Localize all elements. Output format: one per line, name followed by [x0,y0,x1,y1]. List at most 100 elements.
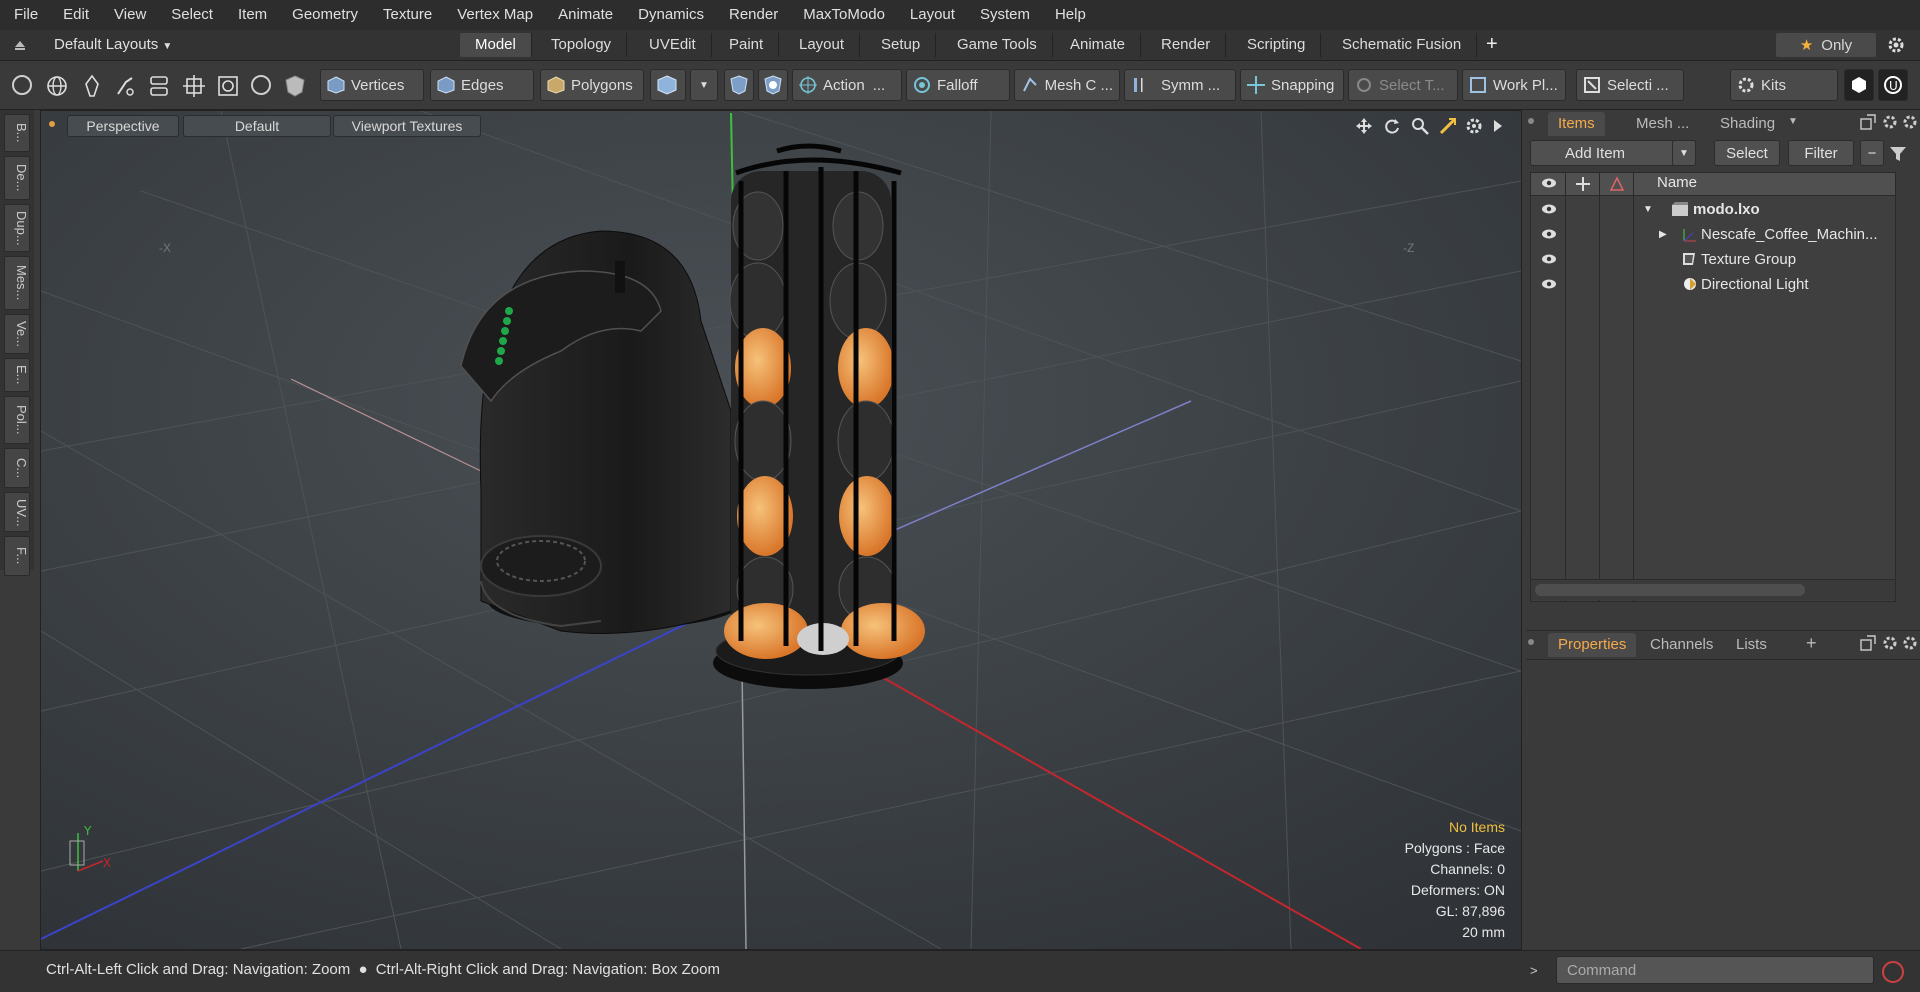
expand-arrow-icon[interactable]: ▶ [1659,222,1667,247]
tab-deform[interactable]: De... [4,156,30,200]
visibility-eye-icon[interactable] [1541,228,1557,240]
panel-tabs-dropdown-icon[interactable]: ▼ [1788,116,1798,127]
items-scrollbar[interactable] [1531,579,1895,600]
edges-button[interactable]: Edges [430,69,534,101]
tab-scripting[interactable]: Scripting [1232,33,1322,57]
unity-button[interactable] [1844,69,1874,101]
panel-gear-icon[interactable] [1882,114,1898,130]
command-input[interactable]: Command [1556,956,1874,984]
collapse-list-icon[interactable]: − [1860,140,1884,166]
shading-dropdown[interactable]: Default [183,115,331,137]
item-row-mesh[interactable]: ▶ Nescafe_Coffee_Machin... [1531,222,1895,247]
menu-vertex-map[interactable]: Vertex Map [443,0,544,30]
kits-button[interactable]: Kits [1730,69,1838,101]
add-item-dropdown-icon[interactable]: ▼ [1672,140,1696,166]
viewport-textures-dropdown[interactable]: Viewport Textures [333,115,481,137]
selection-sets-button[interactable]: Selecti ... [1576,69,1684,101]
visibility-eye-icon[interactable] [1541,253,1557,265]
tab-schematic-fusion[interactable]: Schematic Fusion [1327,33,1478,57]
action-center-button[interactable]: Action ... [792,69,902,101]
globe-icon[interactable] [46,75,68,101]
tab-fusion[interactable]: F... [4,536,30,576]
menu-dynamics[interactable]: Dynamics [624,0,715,30]
menu-render[interactable]: Render [715,0,789,30]
menu-help[interactable]: Help [1041,0,1097,30]
polygons-button[interactable]: Polygons [540,69,644,101]
filter-button[interactable]: Filter [1788,140,1854,166]
collapse-arrow-icon[interactable] [12,37,28,53]
unreal-button[interactable]: U [1878,69,1908,101]
gear-icon[interactable] [1886,35,1906,55]
tab-model[interactable]: Model [460,33,532,57]
symmetry-shield-button[interactable] [724,69,754,101]
menu-system[interactable]: System [966,0,1041,30]
tab-render[interactable]: Render [1146,33,1227,57]
vertices-button[interactable]: Vertices [320,69,424,101]
tab-properties[interactable]: Properties [1548,633,1637,657]
tab-animate[interactable]: Animate [1055,33,1142,57]
3d-viewport[interactable]: Y X -X -Z Perspective Default Viewport T… [40,110,1522,950]
visibility-eye-icon[interactable] [1541,278,1557,290]
tab-mesh-ops[interactable]: Mesh ... [1626,112,1699,136]
soccer-shield-button[interactable] [758,69,788,101]
work-plane-button[interactable]: Work Pl... [1462,69,1566,101]
tab-layout[interactable]: Layout [784,33,861,57]
move-view-icon[interactable] [1355,117,1373,135]
menu-layout[interactable]: Layout [896,0,966,30]
item-row-texture-group[interactable]: Texture Group [1531,247,1895,272]
tab-game-tools[interactable]: Game Tools [942,33,1053,57]
item-mode-button[interactable] [650,69,686,101]
panel-gear-icon-2[interactable] [1902,635,1918,651]
sphere-select-icon[interactable] [251,75,271,95]
mode-dropdown[interactable]: ▼ [690,69,718,101]
menu-animate[interactable]: Animate [544,0,624,30]
shield-icon[interactable] [284,74,306,102]
zoom-view-icon[interactable] [1411,117,1429,135]
tab-vertex[interactable]: Ve... [4,314,30,354]
panel-gear-icon-2[interactable] [1902,114,1918,130]
items-panel-menu-dot[interactable] [1528,118,1534,124]
tab-topology[interactable]: Topology [536,33,628,57]
visibility-eye-icon[interactable] [1541,203,1557,215]
tab-paint[interactable]: Paint [714,33,780,57]
menu-select[interactable]: Select [157,0,224,30]
mesh-constraint-button[interactable]: Mesh C ... [1014,69,1120,101]
tab-channels[interactable]: Channels [1640,633,1723,657]
viewport-gear-icon[interactable] [1465,117,1483,135]
center-icon[interactable] [182,74,206,102]
tab-duplicate[interactable]: Dup... [4,204,30,252]
tab-mesh-edit[interactable]: Mes... [4,256,30,310]
sculpt-brush-icon[interactable] [114,74,136,102]
maximize-view-icon[interactable] [1439,117,1457,135]
menu-item[interactable]: Item [224,0,278,30]
symmetry-button[interactable]: Symm ... [1124,69,1236,101]
tab-shading[interactable]: Shading [1710,112,1785,136]
tab-basic[interactable]: B... [4,114,30,152]
pivot-icon[interactable] [148,74,170,102]
filter-funnel-icon[interactable] [1888,144,1908,164]
tab-uvedit[interactable]: UVEdit [634,33,712,57]
properties-menu-dot[interactable] [1528,639,1534,645]
maximize-panel-icon[interactable] [1860,114,1876,130]
record-macro-icon[interactable] [1882,961,1904,983]
viewport-expand-arrow-icon[interactable] [1491,117,1505,135]
menu-view[interactable]: View [100,0,157,30]
maximize-panel-icon[interactable] [1860,635,1876,651]
scroll-thumb[interactable] [1535,584,1805,596]
tab-curve[interactable]: C... [4,448,30,488]
pen-tool-icon[interactable] [82,74,102,102]
falloff-button[interactable]: Falloff [906,69,1010,101]
tab-lists[interactable]: Lists [1726,633,1777,657]
menu-file[interactable]: File [0,0,49,30]
select-through-button[interactable]: Select T... [1348,69,1458,101]
tab-edge[interactable]: E... [4,358,30,392]
tab-uv[interactable]: UV... [4,492,30,532]
tab-items[interactable]: Items [1548,112,1605,136]
select-button[interactable]: Select [1714,140,1780,166]
name-column-header[interactable]: Name [1657,174,1697,191]
view-type-dropdown[interactable]: Perspective [67,115,179,137]
menu-texture[interactable]: Texture [369,0,443,30]
add-panel-tab-icon[interactable]: + [1806,633,1817,654]
select-circle-icon[interactable] [12,75,32,95]
add-tab-icon[interactable]: + [1486,34,1498,54]
